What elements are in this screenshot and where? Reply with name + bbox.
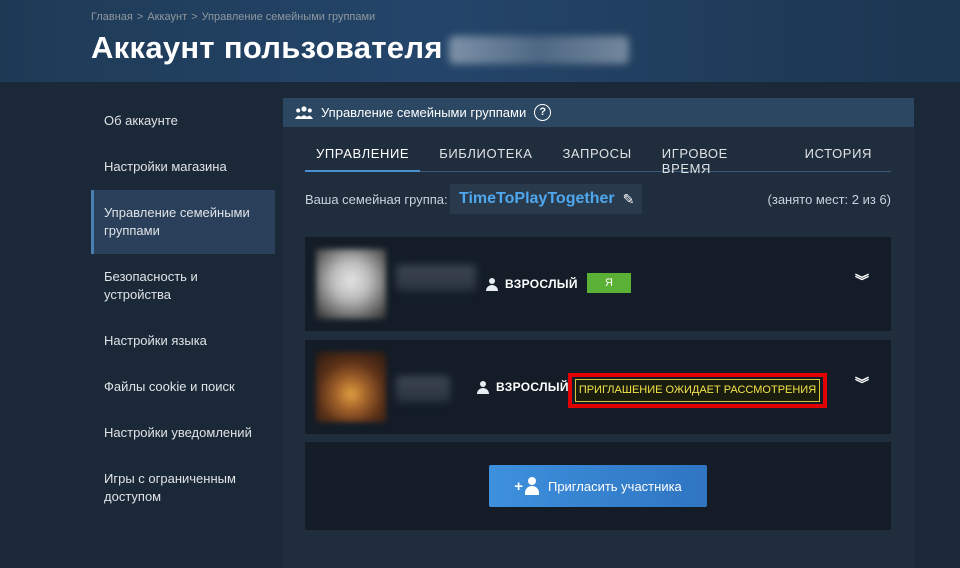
help-icon[interactable]: ? <box>534 104 552 121</box>
redacted-member-name <box>396 376 450 402</box>
panel-header: Управление семейными группами ? <box>283 98 914 127</box>
breadcrumb-home[interactable]: Главная <box>91 11 133 23</box>
redacted-username <box>448 35 629 64</box>
expand-chevron-icon[interactable]: ︾ <box>855 377 869 396</box>
tab-history[interactable]: ИСТОРИЯ <box>794 142 883 172</box>
member-role-label: ВЗРОСЛЫЙ <box>505 277 578 291</box>
breadcrumb-separator: > <box>191 11 198 23</box>
redacted-member-name <box>396 265 476 291</box>
sidebar-item-cookies-search[interactable]: Файлы cookie и поиск <box>91 364 275 410</box>
member-role-label: ВЗРОСЛЫЙ <box>496 380 569 394</box>
sidebar: Об аккаунте Настройки магазина Управлени… <box>91 98 275 520</box>
tab-bar: УПРАВЛЕНИЕ БИБЛИОТЕКА ЗАПРОСЫ ИГРОВОЕ ВР… <box>305 142 891 176</box>
page-title: Аккаунт пользователя <box>91 30 629 66</box>
family-group-name-text: TimeToPlayTogether <box>459 190 615 207</box>
mini-person-icon <box>524 477 539 495</box>
tab-manage[interactable]: УПРАВЛЕНИЕ <box>305 142 421 172</box>
breadcrumb-separator: > <box>136 11 144 23</box>
expand-chevron-icon[interactable]: ︾ <box>855 274 869 293</box>
family-group-row: Ваша семейная группа: TimeToPlayTogether… <box>305 184 891 214</box>
invite-member-label: Пригласить участника <box>547 478 682 494</box>
member-role: ВЗРОСЛЫЙ <box>486 277 578 291</box>
sidebar-item-about-account[interactable]: Об аккаунте <box>91 98 275 144</box>
family-group-label: Ваша семейная группа: <box>305 192 448 207</box>
page-title-text: Аккаунт пользователя <box>91 30 443 65</box>
invite-card: + Пригласить участника <box>305 442 891 530</box>
breadcrumb-account[interactable]: Аккаунт <box>147 11 187 23</box>
main-panel: Управление семейными группами ? УПРАВЛЕН… <box>283 98 914 568</box>
member-card: ВЗРОСЛЫЙ Я ︾ <box>305 237 891 331</box>
family-group-name[interactable]: TimeToPlayTogether ✎ <box>450 184 642 214</box>
tab-library[interactable]: БИБЛИОТЕКА <box>428 142 543 172</box>
pencil-icon[interactable]: ✎ <box>623 191 635 208</box>
plus-glyph: + <box>514 477 523 495</box>
sidebar-item-language[interactable]: Настройки языка <box>91 318 275 364</box>
self-badge: Я <box>587 273 631 293</box>
sidebar-item-family-groups[interactable]: Управление семейными группами <box>91 190 275 254</box>
sidebar-item-restricted-games[interactable]: Игры с ограниченным доступом <box>91 456 275 520</box>
pending-invite-badge: ПРИГЛАШЕНИЕ ОЖИДАЕТ РАССМОТРЕНИЯ <box>575 379 820 402</box>
tab-requests[interactable]: ЗАПРОСЫ <box>551 142 642 172</box>
avatar <box>316 352 386 422</box>
page-header: Главная > Аккаунт > Управление семейными гру… <box>0 0 960 82</box>
panel-title: Управление семейными группами <box>321 105 527 120</box>
member-card: ВЗРОСЛЫЙ ПРИГЛАШЕНИЕ ОЖИДАЕТ РАССМОТРЕНИ… <box>305 340 891 434</box>
person-icon <box>486 277 498 291</box>
slots-count: (занято мест: 2 из 6) <box>767 192 891 207</box>
breadcrumb-family-groups[interactable]: Управление семейными группами <box>202 11 376 23</box>
member-role: ВЗРОСЛЫЙ <box>477 380 569 394</box>
avatar <box>316 249 386 319</box>
sidebar-item-store-settings[interactable]: Настройки магазина <box>91 144 275 190</box>
person-icon <box>477 380 489 394</box>
add-person-icon: + <box>514 477 539 495</box>
tab-playtime[interactable]: ИГРОВОЕ ВРЕМЯ <box>651 142 786 176</box>
sidebar-item-security-devices[interactable]: Безопасность и устройства <box>91 254 275 318</box>
sidebar-item-notifications[interactable]: Настройки уведомлений <box>91 410 275 456</box>
breadcrumb: Главная > Аккаунт > Управление семейными гру… <box>91 11 375 23</box>
invite-member-button[interactable]: + Пригласить участника <box>489 465 707 507</box>
family-group-icon <box>295 105 313 119</box>
